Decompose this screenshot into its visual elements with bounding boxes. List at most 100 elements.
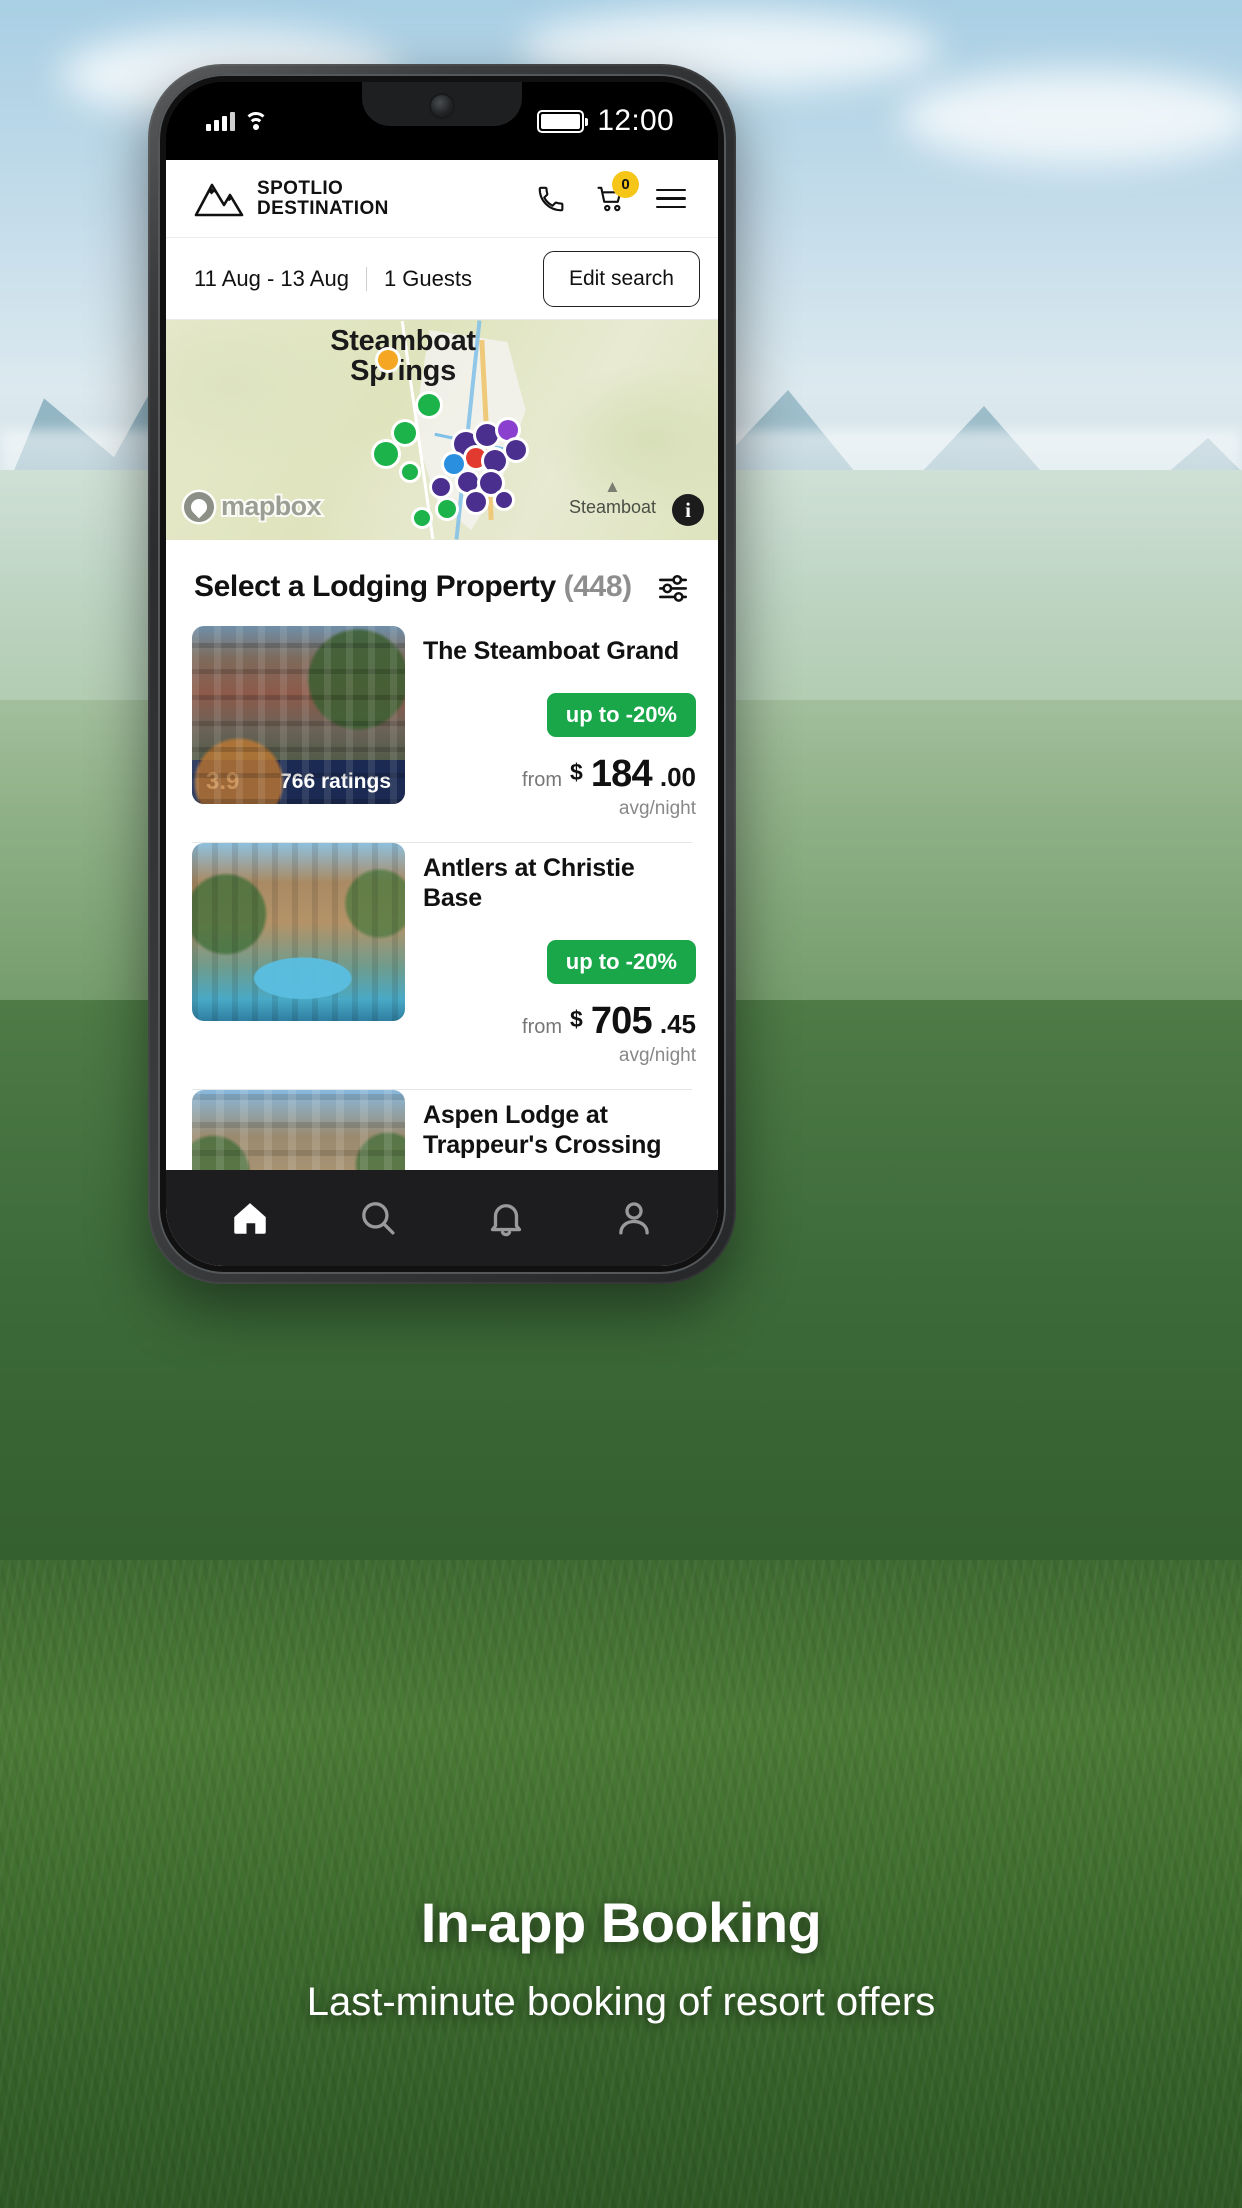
header-actions: 0 — [534, 170, 688, 216]
price-cents: .00 — [659, 761, 696, 792]
map-pin[interactable] — [476, 424, 498, 446]
map-label-line-1: Steamboat — [330, 325, 476, 357]
brand-line-2: DESTINATION — [257, 197, 389, 219]
brand-text: SPOTLIO DESTINATION — [257, 177, 389, 219]
map-pin[interactable] — [418, 394, 440, 416]
map-pin[interactable] — [394, 422, 416, 444]
discount-badge: up to -20% — [546, 692, 696, 737]
price-from-label: from — [522, 1015, 563, 1038]
search-summary: 11 Aug - 13 Aug 1 Guests — [194, 266, 472, 292]
status-right: 12:00 — [537, 104, 674, 138]
separator — [365, 266, 367, 291]
map-view[interactable]: Steamboat Springs mapbox ▲ Steamboat i — [166, 320, 718, 540]
status-left — [206, 111, 268, 131]
property-info: Aspen Lodge at Trappeur's Crossing — [423, 1090, 696, 1171]
phone-device: 12:00 SPOTLIO DESTINATION 0 11 Aug - 13 … — [148, 64, 736, 1284]
caption-title: In-app Booking — [420, 1891, 822, 1954]
rating-bar: 3.9 766 ratings — [192, 760, 405, 804]
caption-block: In-app Booking Last-minute booking of re… — [0, 1890, 1242, 2027]
price-row: from $ 184 .00 — [423, 753, 696, 796]
map-pin[interactable] — [506, 440, 526, 460]
price-per-night: avg/night — [618, 797, 696, 819]
price-per-night: avg/night — [618, 1044, 696, 1066]
mountain-logo-icon — [194, 183, 244, 216]
battery-full-icon — [537, 109, 589, 133]
mapbox-logo-icon — [184, 491, 214, 522]
mapbox-wordmark: mapbox — [219, 489, 324, 523]
search-dates: 11 Aug - 13 Aug — [194, 265, 349, 291]
price-amount: 184 — [590, 752, 653, 795]
property-info: The Steamboat Grand up to -20% from $ 18… — [423, 626, 696, 820]
cellular-signal-icon — [206, 111, 235, 131]
mapbox-attribution[interactable]: mapbox — [184, 489, 324, 523]
map-pin[interactable] — [414, 510, 430, 526]
brand-line-1: SPOTLIO — [257, 177, 344, 199]
home-icon[interactable] — [223, 1191, 277, 1245]
currency-symbol: $ — [570, 1005, 583, 1032]
map-pin[interactable] — [432, 478, 450, 496]
map-place-marker: ▲ Steamboat — [569, 478, 656, 518]
price-row: from $ 705 .45 — [423, 1000, 696, 1043]
price-block: up to -20% from $ 705 .45 avg/night — [423, 939, 696, 1067]
list-header: Select a Lodging Property (448) — [166, 540, 718, 626]
map-pin[interactable] — [466, 492, 486, 512]
map-pin[interactable] — [484, 450, 506, 472]
map-pin[interactable] — [378, 350, 398, 370]
property-name: Antlers at Christie Base — [423, 853, 635, 913]
search-summary-bar: 11 Aug - 13 Aug 1 Guests Edit search — [166, 238, 718, 320]
list-item[interactable]: Aspen Lodge at Trappeur's Crossing — [166, 1089, 718, 1171]
app-header: SPOTLIO DESTINATION 0 — [166, 160, 718, 238]
map-pin[interactable] — [438, 500, 456, 518]
property-name: The Steamboat Grand — [423, 637, 679, 665]
grass-meadow — [0, 1560, 1242, 2208]
brand-logo[interactable]: SPOTLIO DESTINATION — [194, 177, 389, 219]
map-pin[interactable] — [480, 472, 502, 494]
search-guests: 1 Guests — [383, 265, 472, 291]
map-pin[interactable] — [402, 464, 418, 480]
hamburger-menu-icon[interactable] — [654, 182, 688, 216]
page-title: Select a Lodging Property (448) — [194, 570, 632, 604]
list-item[interactable]: 3.9 766 ratings The Steamboat Grand up t… — [166, 626, 718, 820]
mountain-place-icon: ▲ — [604, 477, 621, 496]
map-pin[interactable] — [496, 492, 512, 508]
property-thumbnail — [192, 1089, 405, 1170]
device-notch — [362, 82, 522, 126]
discount-badge: up to -20% — [546, 939, 696, 984]
currency-symbol: $ — [570, 758, 583, 785]
filter-sliders-icon[interactable] — [656, 570, 690, 604]
phone-icon[interactable] — [534, 182, 568, 216]
front-camera — [431, 95, 453, 117]
map-pin[interactable] — [466, 448, 486, 468]
map-pin[interactable] — [458, 472, 478, 492]
price-amount: 705 — [590, 999, 653, 1042]
property-thumbnail — [192, 842, 405, 1021]
phone-bezel: 12:00 SPOTLIO DESTINATION 0 11 Aug - 13 … — [158, 74, 726, 1274]
app-container: SPOTLIO DESTINATION 0 11 Aug - 13 Aug 1 … — [166, 160, 718, 1266]
phone-screen: 12:00 SPOTLIO DESTINATION 0 11 Aug - 13 … — [166, 82, 718, 1266]
caption-subtitle: Last-minute booking of resort offers — [306, 1980, 936, 2024]
property-thumbnail: 3.9 766 ratings — [192, 626, 405, 804]
edit-search-button[interactable]: Edit search — [542, 250, 700, 307]
property-list: Select a Lodging Property (448) 3.9 766 … — [166, 540, 718, 1170]
bell-icon[interactable] — [479, 1191, 533, 1245]
price-block: up to -20% from $ 184 .00 avg/night — [423, 692, 696, 820]
user-profile-icon[interactable] — [607, 1191, 661, 1245]
list-count: (448) — [563, 570, 632, 603]
ratings-count: 766 ratings — [280, 770, 391, 793]
cloud — [900, 70, 1242, 165]
bottom-navigation — [166, 1170, 718, 1266]
rating-score: 3.9 — [206, 768, 240, 795]
price-from-label: from — [522, 768, 563, 791]
map-label-line-2: Springs — [350, 355, 456, 388]
map-city-label: Steamboat Springs — [288, 326, 518, 386]
search-icon[interactable] — [351, 1191, 405, 1245]
price-cents: .45 — [659, 1008, 696, 1039]
map-pin[interactable] — [374, 442, 398, 466]
list-item[interactable]: Antlers at Christie Base up to -20% from… — [166, 842, 718, 1067]
map-pin[interactable] — [498, 420, 518, 440]
shopping-cart-icon[interactable]: 0 — [594, 170, 639, 216]
list-title-text: Select a Lodging Property — [194, 570, 556, 603]
cart-count-badge: 0 — [612, 170, 639, 198]
info-icon[interactable]: i — [672, 494, 704, 526]
map-pin[interactable] — [444, 454, 464, 474]
